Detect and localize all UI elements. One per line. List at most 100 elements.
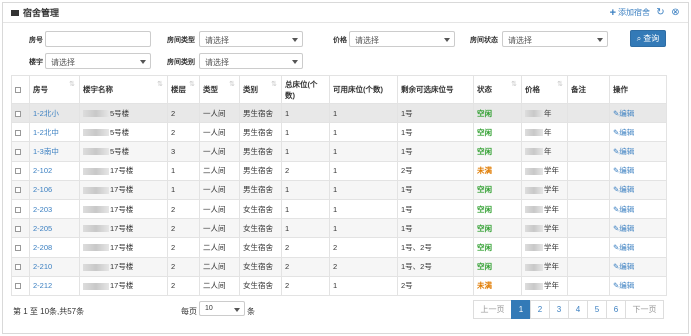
status-cell: 空闲 <box>473 198 522 220</box>
row-checkbox[interactable] <box>15 225 21 232</box>
page-button-4[interactable]: 4 <box>568 300 588 319</box>
row-select-cell[interactable] <box>11 160 30 181</box>
row-select-cell[interactable] <box>11 218 30 239</box>
next-page-button[interactable]: 下一页 <box>625 300 664 319</box>
table-row[interactable]: 2-203 17号楼 2 一人间 女生宿舍 1 1 1号 空闲 学年 ✎编辑 <box>11 198 667 220</box>
row-select-cell[interactable] <box>11 275 30 296</box>
row-checkbox[interactable] <box>15 206 21 213</box>
page-button-2[interactable]: 2 <box>530 300 550 319</box>
row-select-cell[interactable] <box>11 141 30 162</box>
table-row[interactable]: 2-102 17号楼 1 二人间 男生宿舍 2 1 2号 未满 学年 ✎编辑 <box>11 160 667 181</box>
price-cell: 年 <box>521 102 568 124</box>
room-link[interactable]: 2-203 <box>33 205 52 214</box>
table-row[interactable]: 2-208 17号楼 2 二人间 女生宿舍 2 2 1号、2号 空闲 学年 ✎编辑 <box>11 237 667 258</box>
room-link[interactable]: 2-208 <box>33 243 52 252</box>
select-all-checkbox[interactable] <box>15 87 21 94</box>
row-select-cell[interactable] <box>11 122 30 143</box>
close-circle-icon[interactable]: ⊗ <box>671 8 680 18</box>
query-button[interactable]: ⌕ 查询 <box>630 30 666 47</box>
action-cell: ✎编辑 <box>609 141 667 162</box>
col-beds[interactable]: 剩余可选床位号 <box>397 75 474 104</box>
table-row[interactable]: 1-2北中 5号楼 2 一人间 男生宿舍 1 1 1号 空闲年 ✎编辑 <box>11 122 667 143</box>
edit-button[interactable]: ✎编辑 <box>613 128 634 137</box>
edit-button[interactable]: ✎编辑 <box>613 166 634 175</box>
select-all-cell[interactable] <box>11 75 30 104</box>
page-button-5[interactable]: 5 <box>587 300 607 319</box>
table-row[interactable]: 2-205 17号楼 2 一人间 女生宿舍 1 1 1号 空闲 学年 ✎编辑 <box>11 218 667 239</box>
row-checkbox[interactable] <box>15 129 21 136</box>
row-select-cell[interactable] <box>11 237 30 258</box>
row-select-cell[interactable] <box>11 256 30 277</box>
edit-button[interactable]: ✎编辑 <box>613 243 634 252</box>
building-select[interactable]: 请选择 <box>45 53 151 69</box>
row-select-cell[interactable] <box>11 198 30 220</box>
row-checkbox[interactable] <box>15 264 21 271</box>
room-link[interactable]: 2-205 <box>33 224 52 233</box>
row-checkbox[interactable] <box>15 148 21 155</box>
table-row[interactable]: 1-3南中 5号楼 3 一人间 男生宿舍 1 1 1号 空闲年 ✎编辑 <box>11 141 667 162</box>
add-dorm-button[interactable]: + 添加宿舍 <box>610 7 650 18</box>
price-select[interactable]: 请选择 <box>349 31 455 47</box>
price-value: 学年 <box>544 166 559 176</box>
refresh-icon[interactable]: ↻ <box>656 8 665 18</box>
room-link[interactable]: 1-2北中 <box>33 128 59 137</box>
page-button-3[interactable]: 3 <box>549 300 569 319</box>
prev-page-button[interactable]: 上一页 <box>473 300 512 319</box>
chevron-down-icon <box>292 60 298 64</box>
page-button-1[interactable]: 1 <box>511 300 531 319</box>
building-label: 楼宇 <box>29 59 43 66</box>
edit-button[interactable]: ✎编辑 <box>613 281 634 290</box>
edit-button[interactable]: ✎编辑 <box>613 147 634 156</box>
col-status[interactable]: 状态 ⇅ <box>473 75 522 104</box>
room-link[interactable]: 2-212 <box>33 281 52 290</box>
row-checkbox[interactable] <box>15 244 21 251</box>
room-link[interactable]: 1-3南中 <box>33 147 59 156</box>
type-cell: 二人间 <box>199 256 240 277</box>
table-row[interactable]: 2-212 17号楼 2 二人间 女生宿舍 2 1 2号 未满 学年 ✎编辑 <box>11 275 667 296</box>
room-link[interactable]: 2-210 <box>33 262 52 271</box>
table-row[interactable]: 1-2北小 5号楼 2 一人间 男生宿舍 1 1 1号 空闲年 ✎编辑 <box>11 102 667 124</box>
edit-button[interactable]: ✎编辑 <box>613 205 634 214</box>
room-status-select[interactable]: 请选择 <box>502 31 608 47</box>
per-page-value: 10 <box>205 305 213 312</box>
room-link[interactable]: 2-106 <box>33 185 52 194</box>
building-name: 17号楼 <box>110 262 134 272</box>
row-checkbox[interactable] <box>15 168 21 175</box>
category-cell: 女生宿舍 <box>239 256 282 277</box>
edit-button[interactable]: ✎编辑 <box>613 109 634 118</box>
col-floor[interactable]: 楼层 ⇅ <box>167 75 200 104</box>
edit-button[interactable]: ✎编辑 <box>613 224 634 233</box>
room-type-select[interactable]: 请选择 <box>199 31 303 47</box>
col-building[interactable]: 楼宇名称 ⇅ <box>79 75 168 104</box>
page-button-6[interactable]: 6 <box>606 300 626 319</box>
col-room[interactable]: 房号 ⇅ <box>29 75 80 104</box>
edit-button[interactable]: ✎编辑 <box>613 185 634 194</box>
price-cell: 学年 <box>521 160 568 181</box>
col-type[interactable]: 类型 ⇅ <box>199 75 240 104</box>
row-checkbox[interactable] <box>15 110 21 117</box>
col-price[interactable]: 价格 ⇅ <box>521 75 568 104</box>
table-row[interactable]: 2-106 17号楼 1 一人间 男生宿舍 1 1 1号 空闲 学年 ✎编辑 <box>11 179 667 200</box>
col-total[interactable]: 总床位(个数) <box>281 75 330 104</box>
remaining-beds-cell: 1号、2号 <box>397 237 474 258</box>
edit-button[interactable]: ✎编辑 <box>613 262 634 271</box>
col-remark[interactable]: 备注 <box>567 75 610 104</box>
row-checkbox[interactable] <box>15 187 21 194</box>
room-no-input[interactable] <box>45 31 151 47</box>
table-row[interactable]: 2-210 17号楼 2 二人间 女生宿舍 2 2 1号、2号 空闲 学年 ✎编辑 <box>11 256 667 277</box>
building-cell: 17号楼 <box>79 256 168 277</box>
col-status-label: 状态 <box>477 85 492 94</box>
room-category-select[interactable]: 请选择 <box>199 53 303 69</box>
price-value: 学年 <box>544 281 559 291</box>
room-link[interactable]: 2-102 <box>33 166 52 175</box>
col-available[interactable]: 可用床位(个数) <box>329 75 398 104</box>
row-select-cell[interactable] <box>11 102 30 124</box>
row-checkbox[interactable] <box>15 283 21 290</box>
row-select-cell[interactable] <box>11 179 30 200</box>
available-beds-cell: 1 <box>329 122 398 143</box>
action-cell: ✎编辑 <box>609 237 667 258</box>
action-cell: ✎编辑 <box>609 256 667 277</box>
col-category[interactable]: 类别 ⇅ <box>239 75 282 104</box>
per-page-select[interactable]: 10 <box>199 301 245 316</box>
room-link[interactable]: 1-2北小 <box>33 109 59 118</box>
